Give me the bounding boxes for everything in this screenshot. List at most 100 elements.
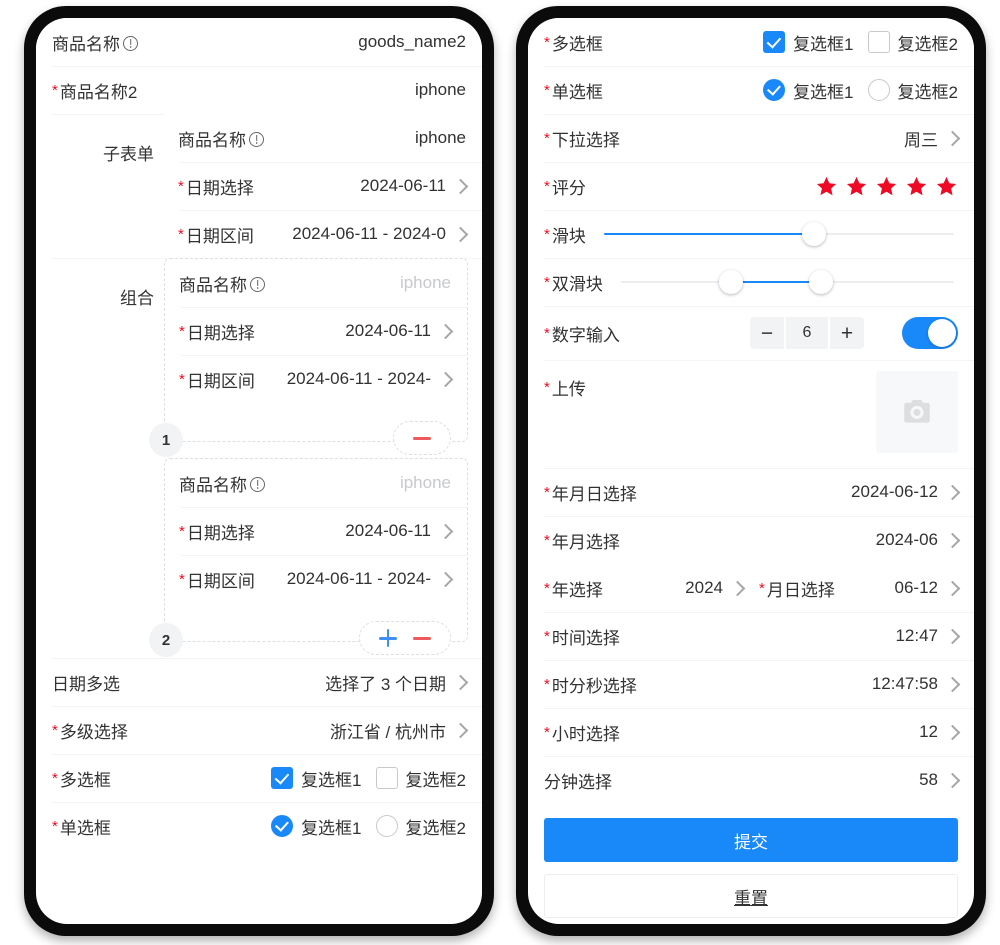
field-row-cascader[interactable]: * 多级选择 浙江省 / 杭州市 — [36, 706, 482, 754]
remove-icon[interactable] — [412, 428, 432, 448]
radio-option[interactable]: 复选框1 — [271, 814, 362, 839]
radio-option[interactable]: 复选框2 — [867, 78, 958, 103]
form-scroll-left[interactable]: 商品名称 goods_name2 * 商品名称2 iphone 子表单 商品名称… — [36, 18, 482, 924]
field-label: 分钟选择 — [544, 768, 612, 793]
chevron-right-icon — [437, 523, 454, 539]
chevron-right-icon — [452, 178, 469, 194]
remove-icon[interactable] — [412, 628, 432, 648]
field-row-select[interactable]: * 下拉选择 周三 — [528, 114, 974, 162]
chevron-right-icon — [729, 580, 746, 596]
checkbox-option-label: 复选框1 — [793, 34, 854, 54]
stepper[interactable]: − 6 + — [750, 317, 864, 349]
chevron-right-icon — [944, 484, 961, 500]
field-row-stepper[interactable]: * 数字输入 − 6 + — [528, 306, 974, 360]
combo-row-goods-name[interactable]: 商品名称 iphone — [165, 459, 467, 507]
range-slider[interactable] — [620, 270, 954, 294]
star-icon-filled[interactable] — [845, 175, 868, 198]
radio-icon-unchecked[interactable] — [375, 815, 398, 837]
checkbox-icon-unchecked[interactable] — [867, 31, 890, 53]
field-row-time-picker[interactable]: * 时间选择 12:47 — [528, 612, 974, 660]
star-icon-filled[interactable] — [815, 175, 838, 198]
stepper-plus-button[interactable]: + — [830, 317, 864, 349]
combo-row-date-range[interactable]: * 日期区间 2024-06-11 - 2024- — [165, 355, 467, 403]
radio-icon-checked[interactable] — [763, 79, 786, 101]
subform-row-date-picker[interactable]: * 日期选择 2024-06-11 — [164, 162, 482, 210]
range-knob-min[interactable] — [718, 270, 743, 294]
checkbox-option[interactable]: 复选框2 — [867, 30, 958, 55]
field-label-text: 月日选择 — [766, 580, 835, 600]
form-scroll-right[interactable]: * 多选框 复选框1 复选框2 * 单选框 复选框1 复选框2 * 下拉选择 周… — [528, 18, 974, 924]
slider-knob[interactable] — [801, 222, 826, 246]
field-row-radio[interactable]: * 单选框 复选框1 复选框2 — [36, 802, 482, 850]
field-row-year-month-picker[interactable]: * 年月选择 2024-06 — [528, 516, 974, 564]
field-label-text: 上传 — [551, 380, 586, 399]
submit-button[interactable]: 提交 — [544, 818, 958, 862]
checkbox-icon-checked[interactable] — [271, 767, 294, 789]
combo-row-date-picker[interactable]: * 日期选择 2024-06-11 — [165, 307, 467, 355]
field-row-hour-picker[interactable]: * 小时选择 12 — [528, 708, 974, 756]
field-label-text: 单选框 — [59, 818, 111, 838]
radio-option[interactable]: 复选框1 — [763, 78, 854, 103]
field-row-goods-name[interactable]: 商品名称 goods_name2 — [36, 18, 482, 66]
checkbox-option[interactable]: 复选框1 — [271, 766, 362, 791]
reset-button[interactable]: 重置 — [544, 874, 958, 918]
field-row-multi-date[interactable]: 日期多选 选择了 3 个日期 — [36, 658, 482, 706]
radio-icon-unchecked[interactable] — [867, 79, 890, 101]
radio-option-label: 复选框1 — [301, 818, 362, 838]
field-row-month-day-picker[interactable]: * 月日选择 06-12 — [751, 564, 974, 612]
stepper-minus-button[interactable]: − — [750, 317, 784, 349]
checkbox-option[interactable]: 复选框1 — [763, 30, 854, 55]
field-row-hms-picker[interactable]: * 时分秒选择 12:47:58 — [528, 660, 974, 708]
combo-row-date-range[interactable]: * 日期区间 2024-06-11 - 2024- — [165, 555, 467, 603]
checkbox-options: 复选框1 复选框2 — [603, 30, 958, 55]
checkbox-icon-unchecked[interactable] — [375, 767, 398, 789]
field-label-text: 滑块 — [551, 226, 586, 246]
stepper-value[interactable]: 6 — [786, 317, 828, 349]
field-label: * 日期区间 — [179, 367, 255, 392]
combo-row-goods-name[interactable]: 商品名称 iphone — [165, 259, 467, 307]
field-row-rate[interactable]: * 评分 — [528, 162, 974, 210]
star-icon-filled[interactable] — [935, 175, 958, 198]
field-row-slider[interactable]: * 滑块 — [528, 210, 974, 258]
combination-body: 商品名称 iphone * 日期选择 2024-06-11 * 日期区间 202… — [149, 258, 482, 658]
field-row-checkbox[interactable]: * 多选框 复选框1 复选框2 — [36, 754, 482, 802]
field-row-checkbox[interactable]: * 多选框 复选框1 复选框2 — [528, 18, 974, 66]
field-row-goods-name2[interactable]: * 商品名称2 iphone — [36, 66, 482, 114]
checkbox-option[interactable]: 复选框2 — [375, 766, 466, 791]
field-value: 浙江省 / 杭州市 — [329, 722, 446, 742]
field-label: * 年月日选择 — [544, 480, 637, 505]
phone-frame-right: * 多选框 复选框1 复选框2 * 单选框 复选框1 复选框2 * 下拉选择 周… — [516, 6, 986, 936]
field-row-upload[interactable]: * 上传 — [528, 360, 974, 468]
field-row-year-picker[interactable]: * 年选择 2024 — [528, 564, 751, 612]
split-half-left: * 年选择 2024 — [528, 564, 751, 612]
combo-row-date-picker[interactable]: * 日期选择 2024-06-11 — [165, 507, 467, 555]
add-icon[interactable] — [378, 628, 398, 648]
field-label: * 数字输入 — [544, 321, 620, 346]
star-icon-filled[interactable] — [905, 175, 928, 198]
subform-row-goods-name[interactable]: 商品名称 iphone — [164, 114, 482, 162]
field-label-text: 多选框 — [59, 770, 111, 790]
checkbox-icon-checked[interactable] — [763, 31, 786, 53]
radio-option[interactable]: 复选框2 — [375, 814, 466, 839]
field-label-text: 单选框 — [551, 82, 603, 102]
field-label: * 小时选择 — [544, 720, 620, 745]
slider[interactable] — [603, 222, 954, 246]
chevron-right-icon — [437, 371, 454, 387]
subform-row-date-range[interactable]: * 日期区间 2024-06-11 - 2024-0 — [164, 210, 482, 258]
toggle-switch[interactable] — [902, 317, 958, 349]
field-row-radio[interactable]: * 单选框 复选框1 复选框2 — [528, 66, 974, 114]
field-row-minute-picker[interactable]: 分钟选择 58 — [528, 756, 974, 804]
required-asterisk: * — [179, 570, 185, 588]
field-row-date-picker[interactable]: * 年月日选择 2024-06-12 — [528, 468, 974, 516]
field-value: iphone — [399, 473, 451, 492]
field-row-range-slider[interactable]: * 双滑块 — [528, 258, 974, 306]
field-value: 2024 — [685, 578, 723, 597]
star-icon-filled[interactable] — [875, 175, 898, 198]
uploader-button[interactable] — [876, 371, 958, 453]
required-asterisk: * — [544, 324, 550, 342]
field-label: * 单选框 — [52, 814, 111, 839]
range-knob-max[interactable] — [808, 270, 833, 294]
radio-icon-checked[interactable] — [271, 815, 294, 837]
required-asterisk: * — [52, 81, 58, 99]
rate-stars[interactable] — [586, 175, 958, 198]
